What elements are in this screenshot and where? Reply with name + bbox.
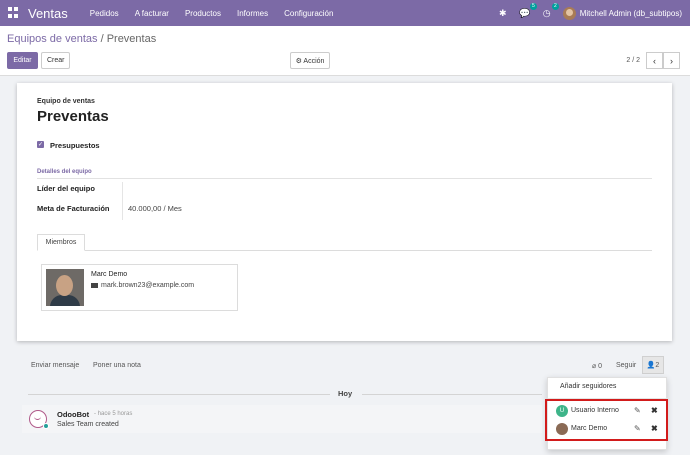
user-avatar: [562, 6, 576, 20]
day-divider-right: [362, 394, 542, 395]
messages-icon[interactable]: 💬 5: [519, 3, 537, 19]
menu-item-productos[interactable]: Productos: [177, 9, 229, 18]
quotations-checkbox[interactable]: ✓: [37, 141, 44, 148]
user-menu[interactable]: Mitchell Admin (db_subtipos): [562, 6, 682, 20]
attachments-count: 0: [598, 363, 603, 370]
app-brand[interactable]: Ventas: [28, 6, 68, 21]
field-separator: [122, 182, 123, 220]
pager-previous-button[interactable]: ‹: [646, 52, 663, 69]
menu-item-a-facturar[interactable]: A facturar: [127, 9, 177, 18]
message-date: - hace 5 horas: [94, 411, 133, 417]
add-followers-button[interactable]: Añadir seguidores: [560, 383, 616, 390]
member-name: Marc Demo: [91, 271, 128, 278]
follow-button[interactable]: Seguir: [616, 362, 636, 369]
day-label: Hoy: [338, 389, 353, 398]
main-menu: Pedidos A facturar Productos Informes Co…: [82, 9, 342, 18]
edit-button[interactable]: Editar: [7, 52, 38, 69]
message-body: Sales Team created: [57, 421, 119, 428]
member-photo: [46, 269, 84, 306]
menu-item-pedidos[interactable]: Pedidos: [82, 9, 127, 18]
attachments-button[interactable]: ⌀ 0: [592, 362, 602, 370]
online-status-icon: [43, 423, 49, 429]
top-navbar: Ventas Pedidos A facturar Productos Info…: [0, 0, 690, 26]
target-label: Meta de Facturación: [37, 204, 110, 213]
message-author[interactable]: OdooBot: [57, 410, 89, 419]
day-divider-left: [28, 394, 330, 395]
form-sheet: Equipo de ventas Preventas ✓ Presupuesto…: [17, 83, 672, 341]
bug-icon[interactable]: ✱: [497, 7, 509, 19]
activities-badge: 2: [551, 3, 559, 10]
team-details-title: Detalles del equipo: [37, 169, 92, 175]
message-item: [22, 405, 542, 433]
send-message-button[interactable]: Enviar mensaje: [31, 362, 79, 369]
breadcrumb-parent[interactable]: Equipos de ventas: [7, 33, 98, 45]
pager-value[interactable]: 2 / 2: [626, 57, 640, 64]
menu-item-informes[interactable]: Informes: [229, 9, 276, 18]
log-note-button[interactable]: Poner una nota: [93, 362, 141, 369]
action-button[interactable]: ⚙ Acción: [290, 52, 330, 69]
member-card[interactable]: Marc Demo mark.brown23@example.com: [41, 264, 238, 311]
envelope-icon: [91, 283, 98, 288]
member-email: mark.brown23@example.com: [91, 282, 194, 289]
divider: [37, 178, 652, 179]
target-value: 40.000,00 / Mes: [128, 204, 182, 213]
control-panel: Equipos de ventas / Preventas Editar Cre…: [0, 26, 690, 76]
check-icon: ✓: [37, 142, 44, 148]
followers-count: 2: [655, 361, 660, 369]
menu-item-configuracion[interactable]: Configuración: [276, 9, 341, 18]
chevron-left-icon: ‹: [653, 55, 656, 66]
paperclip-icon: ⌀: [592, 363, 597, 370]
member-email-text: mark.brown23@example.com: [101, 282, 195, 289]
sales-team-title: Preventas: [37, 108, 109, 125]
user-name: Mitchell Admin (db_subtipos): [579, 8, 682, 18]
pager-next-button[interactable]: ›: [663, 52, 680, 69]
activities-icon[interactable]: ◷ 2: [541, 3, 559, 19]
breadcrumb: Equipos de ventas / Preventas: [7, 33, 156, 45]
apps-menu-icon[interactable]: [8, 7, 20, 19]
followers-button[interactable]: 👤 2: [642, 356, 664, 374]
followers-highlight-box: [545, 399, 668, 441]
leader-label: Líder del equipo: [37, 184, 95, 193]
tab-members[interactable]: Miembros: [37, 234, 85, 251]
messages-badge: 5: [529, 3, 537, 10]
target-amount: 40.000,00: [128, 204, 162, 213]
navbar-systray: ✱ 💬 5 ◷ 2 Mitchell Admin (db_subtipos): [497, 3, 684, 20]
target-unit: / Mes: [163, 204, 182, 213]
chevron-right-icon: ›: [670, 55, 673, 66]
create-button[interactable]: Crear: [41, 52, 70, 69]
user-icon: 👤: [646, 362, 656, 369]
notebook-tabs: Miembros: [37, 234, 652, 251]
breadcrumb-separator: /: [97, 33, 107, 45]
quotations-label: Presupuestos: [50, 141, 100, 150]
chatter-topbar: Enviar mensaje Poner una nota ⌀ 0 Seguir: [0, 354, 690, 376]
breadcrumb-current: Preventas: [106, 33, 157, 45]
sales-team-label: Equipo de ventas: [37, 98, 95, 105]
